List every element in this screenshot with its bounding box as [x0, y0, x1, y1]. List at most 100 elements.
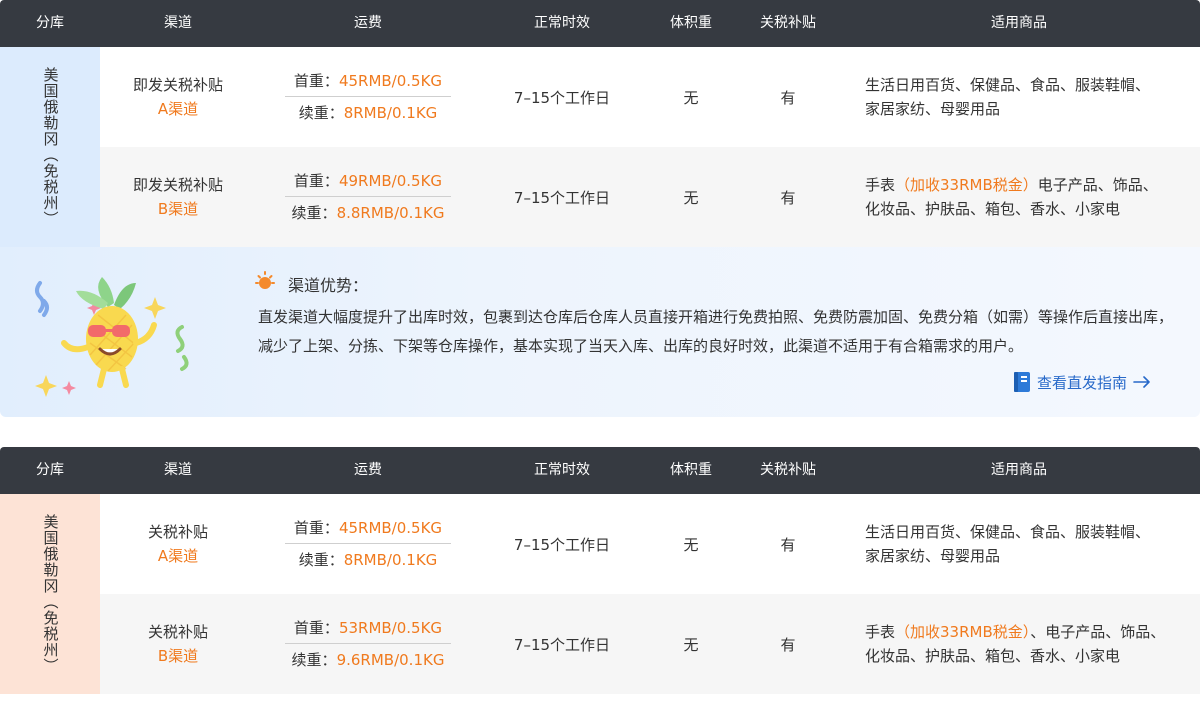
channel-code: B渠道	[157, 647, 199, 665]
channel-name: 关税补贴	[147, 623, 208, 641]
view-guide-label: 查看直发指南	[1037, 373, 1128, 392]
goods-tax-note: （加收33RMB税金）	[895, 623, 1031, 641]
goods-cell: 手表（加收33RMB税金）电子产品、饰品、 化妆品、护肤品、箱包、香水、小家电	[838, 147, 1200, 247]
first-weight-value: 53RMB/0.5KG	[338, 619, 443, 637]
header-fee: 运费	[354, 15, 382, 31]
header-time: 正常时效	[534, 462, 590, 478]
fee-cell: 首重：49RMB/0.5KG 续重：8.8RMB/0.1KG	[256, 147, 480, 247]
channel-code: A渠道	[157, 547, 199, 565]
pineapple-mascot	[35, 277, 189, 397]
fee-cell: 首重：45RMB/0.5KG 续重：8RMB/0.1KG	[256, 47, 480, 147]
continued-weight-label: 续重：	[298, 104, 344, 122]
channel-name: 即发关税补贴	[132, 76, 223, 94]
channel-name: 即发关税补贴	[132, 176, 223, 194]
first-weight-label: 首重：	[293, 72, 339, 90]
channel-cell: 关税补贴 B渠道	[100, 594, 256, 694]
first-weight: 首重：49RMB/0.5KG	[285, 165, 451, 197]
warehouse-label: 美国俄勒冈（免税州）	[41, 67, 60, 227]
header-channel: 渠道	[164, 15, 192, 31]
volume-cell: 无	[683, 535, 699, 554]
goods-rest: 、电子产品、饰品、	[1030, 623, 1166, 641]
first-weight-label: 首重：	[293, 172, 339, 190]
table-row: 即发关税补贴 B渠道 首重：49RMB/0.5KG 续重：8.8RMB/0.1K…	[100, 147, 1200, 247]
continued-weight-label: 续重：	[291, 204, 337, 222]
goods-tax-note: （加收33RMB税金）	[895, 176, 1038, 194]
goods-line: 手表（加收33RMB税金）电子产品、饰品、	[865, 173, 1158, 197]
lightbulb-sun-icon	[255, 271, 275, 289]
channel-advantage-panel: 渠道优势： 直发渠道大幅度提升了出库时效，包裹到达仓库后仓库人员直接开箱进行免费…	[0, 247, 1200, 417]
first-weight-value: 45RMB/0.5KG	[338, 519, 443, 537]
first-weight-value: 45RMB/0.5KG	[338, 72, 443, 90]
first-weight: 首重：45RMB/0.5KG	[285, 512, 451, 544]
goods-line: 家居家纺、母婴用品	[865, 547, 1001, 565]
goods-line: 手表（加收33RMB税金）、电子产品、饰品、	[865, 620, 1165, 644]
time-cell: 7–15个工作日	[513, 88, 611, 107]
continued-weight: 续重：8.8RMB/0.1KG	[285, 197, 451, 229]
channel-code: B渠道	[157, 200, 199, 218]
channel-name: 关税补贴	[147, 523, 208, 541]
time-cell: 7–15个工作日	[513, 635, 611, 654]
header-tax: 关税补贴	[760, 462, 816, 478]
table-row: 关税补贴 A渠道 首重：45RMB/0.5KG 续重：8RMB/0.1KG 7–…	[100, 494, 1200, 594]
tax-cell: 有	[780, 88, 796, 107]
warehouse-label: 美国俄勒冈（免税州）	[41, 514, 60, 674]
header-channel: 渠道	[164, 462, 192, 478]
warehouse-cell: 美国俄勒冈（免税州）	[0, 494, 100, 694]
fee-cell: 首重：45RMB/0.5KG 续重：8RMB/0.1KG	[256, 494, 480, 594]
guide-book-icon	[1014, 372, 1030, 392]
advantage-text: 直发渠道大幅度提升了出库时效，包裹到达仓库后仓库人员直接开箱进行免费拍照、免费防…	[258, 308, 1174, 355]
time-cell: 7–15个工作日	[513, 188, 611, 207]
first-weight: 首重：53RMB/0.5KG	[285, 612, 451, 644]
goods-line: 化妆品、护肤品、箱包、香水、小家电	[865, 200, 1121, 218]
tax-cell: 有	[780, 635, 796, 654]
tax-cell: 有	[780, 188, 796, 207]
advantage-title: 渠道优势：	[288, 276, 369, 295]
volume-cell: 无	[683, 188, 699, 207]
first-weight-label: 首重：	[293, 619, 339, 637]
continued-weight-label: 续重：	[291, 651, 337, 669]
header-time: 正常时效	[534, 15, 590, 31]
continued-weight-value: 9.6RMB/0.1KG	[336, 651, 445, 669]
volume-cell: 无	[683, 635, 699, 654]
goods-cell: 生活日用百货、保健品、食品、服装鞋帽、 家居家纺、母婴用品	[838, 47, 1200, 147]
volume-cell: 无	[683, 88, 699, 107]
table-row: 即发关税补贴 A渠道 首重：45RMB/0.5KG 续重：8RMB/0.1KG …	[100, 47, 1200, 147]
table-row: 关税补贴 B渠道 首重：53RMB/0.5KG 续重：9.6RMB/0.1KG …	[100, 594, 1200, 694]
goods-prefix: 手表	[865, 176, 896, 194]
header-volume: 体积重	[670, 15, 712, 31]
header-tax: 关税补贴	[760, 15, 816, 31]
shipping-table-standard: 分库 渠道 运费 正常时效 体积重 关税补贴 适用商品 美国俄勒冈（免税州） 关…	[0, 447, 1200, 694]
continued-weight-value: 8.8RMB/0.1KG	[336, 204, 445, 222]
header-goods: 适用商品	[991, 15, 1047, 31]
continued-weight-label: 续重：	[298, 551, 344, 569]
first-weight-value: 49RMB/0.5KG	[338, 172, 443, 190]
goods-rest: 电子产品、饰品、	[1037, 176, 1158, 194]
goods-line: 家居家纺、母婴用品	[865, 100, 1001, 118]
header-warehouse: 分库	[36, 462, 64, 478]
header-goods: 适用商品	[991, 462, 1047, 478]
channel-cell: 关税补贴 A渠道	[100, 494, 256, 594]
goods-line: 生活日用百货、保健品、食品、服装鞋帽、	[865, 523, 1151, 541]
first-weight: 首重：45RMB/0.5KG	[285, 65, 451, 97]
fee-cell: 首重：53RMB/0.5KG 续重：9.6RMB/0.1KG	[256, 594, 480, 694]
table-header: 分库 渠道 运费 正常时效 体积重 关税补贴 适用商品	[0, 447, 1200, 494]
continued-weight-value: 8RMB/0.1KG	[343, 551, 438, 569]
continued-weight-value: 8RMB/0.1KG	[343, 104, 438, 122]
continued-weight: 续重：9.6RMB/0.1KG	[285, 644, 451, 676]
header-warehouse: 分库	[36, 15, 64, 31]
view-guide-link[interactable]: 查看直发指南	[1013, 369, 1151, 395]
arrow-right-icon	[1133, 376, 1150, 388]
first-weight-label: 首重：	[293, 519, 339, 537]
shipping-table-direct: 分库 渠道 运费 正常时效 体积重 关税补贴 适用商品 美国俄勒冈（免税州） 即…	[0, 0, 1200, 417]
goods-cell: 生活日用百货、保健品、食品、服装鞋帽、 家居家纺、母婴用品	[838, 494, 1200, 594]
continued-weight: 续重：8RMB/0.1KG	[285, 97, 451, 129]
channel-code: A渠道	[157, 100, 199, 118]
time-cell: 7–15个工作日	[513, 535, 611, 554]
goods-line: 化妆品、护肤品、箱包、香水、小家电	[865, 647, 1121, 665]
goods-line: 生活日用百货、保健品、食品、服装鞋帽、	[865, 76, 1151, 94]
goods-prefix: 手表	[865, 623, 896, 641]
continued-weight: 续重：8RMB/0.1KG	[285, 544, 451, 576]
table-header: 分库 渠道 运费 正常时效 体积重 关税补贴 适用商品	[0, 0, 1200, 47]
goods-cell: 手表（加收33RMB税金）、电子产品、饰品、 化妆品、护肤品、箱包、香水、小家电	[838, 594, 1200, 694]
channel-cell: 即发关税补贴 B渠道	[100, 147, 256, 247]
